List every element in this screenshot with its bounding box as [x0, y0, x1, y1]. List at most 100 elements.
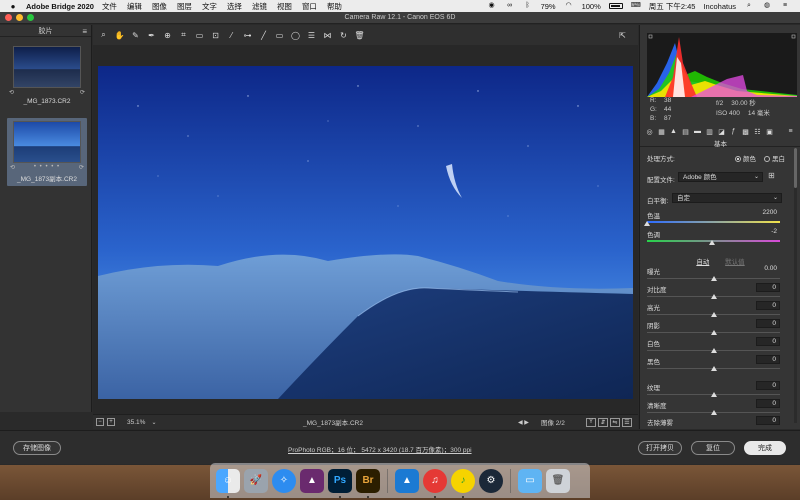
profile-browser-icon[interactable]: ⊞ [768, 171, 775, 180]
qq-music-icon[interactable]: ♪ [451, 468, 475, 498]
tab-geometry-icon[interactable]: ◪ [717, 128, 726, 136]
menu-window[interactable]: 窗口 [302, 1, 317, 12]
folder-icon[interactable]: ▭ [518, 468, 542, 493]
texture-slider-thumb[interactable] [710, 392, 717, 397]
profile-select[interactable]: Adobe 颜色 ⌄ [678, 172, 763, 182]
panel-scrollbar-thumb[interactable] [794, 148, 797, 188]
filmstrip-item[interactable]: ⟲ ⟳ _MG_1873.CR2 [9, 46, 85, 105]
steam-icon[interactable]: ⚙ [479, 468, 503, 493]
clarity-slider-thumb[interactable] [710, 410, 717, 415]
image-nav-arrows[interactable]: ◀ ▶ [518, 419, 529, 426]
exposure-slider-thumb[interactable] [710, 276, 717, 281]
battery-icon[interactable] [608, 3, 623, 9]
exposure-value[interactable]: 0.00 [756, 265, 780, 274]
tab-hsl-icon[interactable]: ▤ [681, 128, 690, 136]
clarity-value[interactable]: 0 [756, 399, 780, 408]
hand-icon[interactable]: ✋ [113, 29, 126, 42]
auto-button[interactable]: 自动 [696, 259, 709, 266]
photo-preview[interactable] [98, 66, 633, 399]
minimize-window-button[interactable] [16, 14, 23, 21]
tint-slider-thumb[interactable] [709, 240, 716, 245]
menu-image[interactable]: 图像 [152, 1, 167, 12]
siri-icon[interactable]: ◍ [762, 2, 772, 10]
red-eye-icon[interactable]: ⊶ [241, 29, 254, 42]
contrast-value[interactable]: 0 [756, 283, 780, 292]
menu-select[interactable]: 选择 [227, 1, 242, 12]
temp-value[interactable]: 2200 [756, 209, 780, 218]
save-image-button[interactable]: 存储图像 [13, 441, 61, 455]
histogram[interactable] [647, 33, 797, 97]
tab-tone-curve-icon[interactable]: ▦ [657, 128, 666, 136]
radio-bw[interactable] [764, 156, 770, 163]
swap-icon[interactable]: ⇵ [598, 417, 608, 427]
menu-filter[interactable]: 滤镜 [252, 1, 267, 12]
trash-icon[interactable]: 🗑 [546, 468, 570, 493]
safari-icon[interactable]: ✧ [272, 468, 296, 493]
color-sampler-icon[interactable]: ✒ [145, 29, 158, 42]
shadows-value[interactable]: 0 [756, 319, 780, 328]
close-window-button[interactable] [5, 14, 12, 21]
affinity-designer-icon[interactable]: ▲ [395, 468, 419, 493]
radio-color[interactable] [735, 156, 741, 163]
apple-menu-icon[interactable]: ● [6, 2, 20, 11]
zoom-window-button[interactable] [27, 14, 34, 21]
default-button[interactable]: 默认值 [725, 259, 745, 266]
filmstrip-menu-icon[interactable]: ≡ [82, 27, 87, 36]
menu-edit[interactable]: 编辑 [127, 1, 142, 12]
graduated-filter-icon[interactable]: ▭ [273, 29, 286, 42]
cc-icon[interactable]: ∞ [505, 2, 515, 10]
targeted-adjust-icon[interactable]: ⊕ [161, 29, 174, 42]
menu-view[interactable]: 视图 [277, 1, 292, 12]
menu-help[interactable]: 帮助 [327, 1, 342, 12]
before-after-icon[interactable]: Y [586, 417, 596, 427]
dehaze-value[interactable]: 0 [756, 416, 780, 425]
rotate-left-icon[interactable]: ⟲ [10, 164, 15, 171]
whites-slider-thumb[interactable] [710, 348, 717, 353]
rotate-left-icon[interactable]: ⟲ [9, 89, 14, 96]
tint-value[interactable]: -2 [756, 228, 780, 237]
rotate-cw-icon[interactable]: ↻ [337, 29, 350, 42]
tab-split-tone-icon[interactable]: ▬ [693, 128, 702, 135]
image-preview-area[interactable] [93, 45, 638, 414]
highlights-value[interactable]: 0 [756, 301, 780, 310]
launchpad-icon[interactable]: 🚀 [244, 468, 268, 493]
spot-removal-icon[interactable]: ⁄ [225, 29, 238, 42]
blacks-value[interactable]: 0 [756, 355, 780, 364]
panel-menu-icon[interactable]: ≡ [786, 128, 795, 135]
tab-effects-icon[interactable]: ƒ [729, 128, 738, 135]
straighten-icon[interactable]: ▭ [193, 29, 206, 42]
transform-icon[interactable]: ⊡ [209, 29, 222, 42]
photoshop-icon[interactable]: Ps [328, 468, 352, 498]
affinity-photo-icon[interactable]: ▲ [300, 468, 324, 493]
wifi-icon[interactable]: ◠ [564, 2, 574, 10]
filmstrip-item-selected[interactable]: ⟲ • • • • • ⟳ _MG_1873副本.CR2 [7, 118, 87, 186]
menu-file[interactable]: 文件 [102, 1, 117, 12]
user-name[interactable]: Incohatus [703, 2, 736, 11]
app-menu[interactable]: Adobe Bridge 2020 [26, 2, 94, 11]
finder-icon[interactable]: ☺ [216, 468, 240, 498]
presets-icon[interactable]: ☰ [305, 29, 318, 42]
stars-rating[interactable]: • • • • • [34, 164, 60, 171]
wb-select[interactable]: 自定 ⌄ [672, 193, 782, 203]
temp-slider-track[interactable] [647, 221, 780, 223]
bluetooth-icon[interactable]: ᛒ [523, 2, 533, 10]
whites-value[interactable]: 0 [756, 337, 780, 346]
bridge-icon[interactable]: Br [356, 468, 380, 498]
white-balance-icon[interactable]: ✎ [129, 29, 142, 42]
reset-button[interactable]: 复位 [691, 441, 735, 455]
blacks-slider-thumb[interactable] [710, 366, 717, 371]
menu-type[interactable]: 文字 [202, 1, 217, 12]
rotate-right-icon[interactable]: ⟳ [79, 164, 84, 171]
highlights-slider-thumb[interactable] [710, 312, 717, 317]
crop-icon[interactable]: ⌗ [177, 29, 190, 42]
zoom-out-button[interactable]: − [96, 418, 104, 426]
tab-presets-icon[interactable]: ☷ [753, 128, 762, 136]
copy-settings-icon[interactable]: ⇋ [610, 417, 620, 427]
texture-value[interactable]: 0 [756, 381, 780, 390]
menu-layer[interactable]: 图层 [177, 1, 192, 12]
radial-filter-icon[interactable]: ◯ [289, 29, 302, 42]
clock[interactable]: 周五 下午2:45 [649, 1, 696, 12]
contrast-slider-thumb[interactable] [710, 294, 717, 299]
open-copy-button[interactable]: 打开拷贝 [638, 441, 682, 455]
tab-snapshots-icon[interactable]: ▣ [765, 128, 774, 136]
